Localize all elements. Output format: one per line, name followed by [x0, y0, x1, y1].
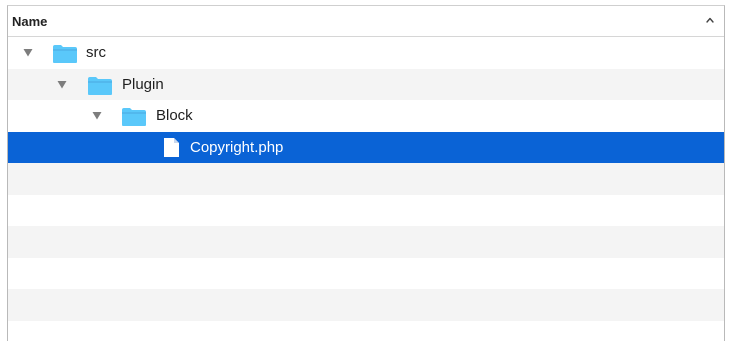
tree-item-label: Block [156, 107, 193, 124]
name-column-title: Name [12, 14, 48, 29]
tree-row-block[interactable]: Block [8, 100, 724, 132]
empty-row [8, 163, 724, 195]
file-browser: Name src Plugin Block Copyright.php [7, 5, 725, 341]
tree-row-copyright-php[interactable]: Copyright.php [8, 131, 724, 163]
document-icon [164, 137, 179, 157]
tree-row-plugin[interactable]: Plugin [8, 68, 724, 100]
disclosure-triangle-icon[interactable] [57, 80, 67, 89]
disclosure-triangle-icon[interactable] [92, 111, 102, 120]
tree-row-src[interactable]: src [8, 37, 724, 69]
empty-row [8, 195, 724, 227]
tree-item-label: src [86, 44, 106, 61]
disclosure-triangle-icon[interactable] [23, 48, 33, 57]
empty-row [8, 321, 724, 341]
empty-row [8, 258, 724, 290]
tree-item-label: Plugin [122, 75, 164, 93]
chevron-up-icon[interactable] [705, 15, 715, 25]
tree-item-label: Copyright.php [190, 138, 284, 156]
folder-icon [122, 108, 146, 126]
empty-row [8, 226, 724, 258]
folder-icon [53, 45, 77, 63]
empty-row [8, 289, 724, 321]
folder-icon [88, 76, 112, 95]
file-list: src Plugin Block Copyright.php [8, 37, 724, 341]
name-column-header[interactable]: Name [8, 6, 724, 37]
